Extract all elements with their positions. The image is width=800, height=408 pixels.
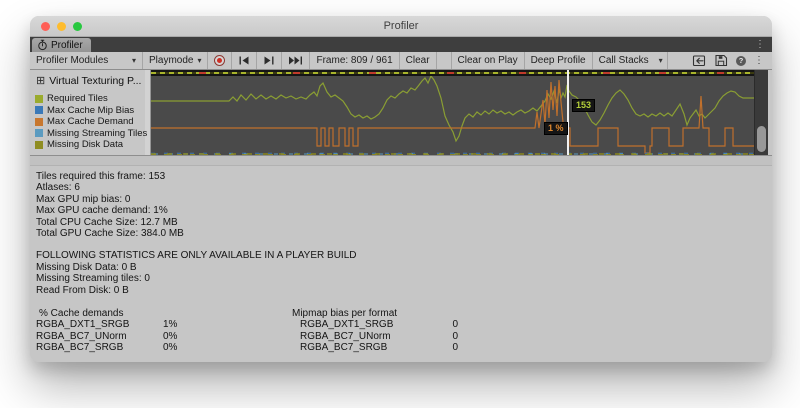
stat-max-gpu-mip-bias: Max GPU mip bias: 0 [36,193,131,205]
chevron-down-icon: ▾ [131,56,136,65]
call-stacks-toggle[interactable]: Call Stacks [593,52,655,69]
record-icon [214,55,226,66]
legend-item-required-tiles[interactable]: Required Tiles [35,93,150,105]
module-row: ⊞ Virtual Texturing P... Required Tiles … [30,70,772,155]
stat-total-cpu-cache: Total CPU Cache Size: 12.7 MB [36,216,178,228]
help-icon: ? [736,55,746,66]
save-profile-button[interactable] [710,52,732,69]
clear-on-play-toggle[interactable]: Clear on Play [452,52,525,69]
chart-vertical-scrollbar[interactable] [754,70,768,155]
selected-frame-line [566,70,569,155]
profiler-chart[interactable]: 153 1 % [151,70,754,155]
cache-demand-value-badge: 1 % [543,122,568,135]
legend-color-chip [35,140,43,149]
stat-max-gpu-cache-demand: Max GPU cache demand: 1% [36,205,168,217]
legend-item-missing-disk-data[interactable]: Missing Disk Data [35,139,150,151]
clear-button[interactable]: Clear [400,52,437,69]
legend-color-chip [35,94,43,103]
stat-read-from-disk: Read From Disk: 0 B [36,284,129,296]
cache-demands-table: % Cache demands RGBA_DXT1_SRGB 1% RGBA_B… [36,308,292,354]
legend-color-chip [35,117,43,126]
frame-counter: Frame: 809 / 961 [310,52,400,69]
module-grid-icon: ⊞ [36,75,46,87]
scrollbar-thumb[interactable] [757,126,766,152]
module-legend-panel: ⊞ Virtual Texturing P... Required Tiles … [30,70,151,155]
legend-label: Max Cache Mip Bias [47,104,135,116]
previous-frame-icon [239,56,249,65]
profiler-chart-svg [151,74,754,155]
table-row: RGBA_BC7_UNorm 0 [300,330,458,342]
chevron-down-icon: ▾ [197,56,202,65]
next-frame-button[interactable] [257,52,283,69]
stat-total-gpu-cache: Total GPU Cache Size: 384.0 MB [36,228,184,240]
tab-profiler[interactable]: Profiler [32,38,91,52]
last-frame-icon [289,56,303,65]
chart-overflow-strip [151,70,754,76]
stat-missing-streaming-tiles: Missing Streaming tiles: 0 [36,273,150,285]
playmode-target-dropdown[interactable]: Playmode ▾ [143,52,209,69]
tab-strip: Profiler ⋮ [30,37,772,52]
table-row: RGBA_BC7_SRGB 0% [36,342,178,354]
table-row: RGBA_DXT1_SRGB 0 [300,319,458,331]
chevron-down-icon: ▾ [658,56,663,65]
mipmap-bias-table: Mipmap bias per format RGBA_DXT1_SRGB 0 … [292,308,458,354]
profiler-modules-dropdown[interactable]: Profiler Modules ▾ [30,52,143,69]
table-row: RGBA_DXT1_SRGB 1% [36,319,178,331]
table-row: RGBA_BC7_SRGB 0 [300,342,458,354]
more-menu-icon: ⋮ [754,55,764,66]
previous-frame-button[interactable] [232,52,258,69]
module-details-panel: Tiles required this frame: 153 Atlases: … [30,166,772,362]
close-window-button[interactable] [41,22,50,31]
legend-item-missing-streaming-tiles[interactable]: Missing Streaming Tiles [35,128,150,140]
traffic-lights [41,22,82,31]
deep-profile-toggle[interactable]: Deep Profile [525,52,593,69]
zoom-window-button[interactable] [73,22,82,31]
module-title-label: Virtual Texturing P... [49,75,142,87]
tab-label: Profiler [51,39,83,51]
legend-item-max-cache-mip-bias[interactable]: Max Cache Mip Bias [35,105,150,117]
legend-label: Missing Disk Data [47,139,124,151]
minimize-window-button[interactable] [57,22,66,31]
profiler-window: Profiler Profiler ⋮ Profiler Modules ▾ P… [30,16,772,362]
window-menu-icon[interactable]: ⋮ [755,39,765,50]
legend-label: Missing Streaming Tiles [47,127,148,139]
toolbar-gap [437,52,452,69]
legend-item-max-cache-demand[interactable]: Max Cache Demand [35,116,150,128]
legend-color-chip [35,129,43,138]
chart-zero-strip [151,153,754,155]
toolbar: Profiler Modules ▾ Playmode ▾ Frame: 809 [30,52,772,70]
table-row: RGBA_BC7_UNorm 0% [36,330,178,342]
legend-color-chip [35,106,43,115]
module-header[interactable]: ⊞ Virtual Texturing P... [36,75,150,87]
format-tables: % Cache demands RGBA_DXT1_SRGB 1% RGBA_B… [36,308,772,354]
stat-player-build-note: FOLLOWING STATISTICS ARE ONLY AVAILABLE … [36,250,357,262]
current-frame-button[interactable] [282,52,311,69]
stat-tiles-required: Tiles required this frame: 153 [36,171,166,182]
toolbar-more-button[interactable]: ⋮ [750,52,772,69]
window-title: Profiler [383,20,419,32]
help-button[interactable]: ? [732,52,750,69]
titlebar: Profiler [30,16,772,37]
profiler-stopwatch-icon [38,39,47,51]
mipmap-bias-title: Mipmap bias per format [292,308,398,320]
required-tiles-value-badge: 153 [572,98,596,112]
legend-label: Max Cache Demand [47,116,134,128]
panel-splitter[interactable] [30,155,772,166]
save-profile-icon [715,54,728,67]
record-button[interactable] [208,52,233,69]
next-frame-icon [264,56,274,65]
cache-demands-title: % Cache demands [39,308,124,320]
chart-right-edge [768,70,772,155]
call-stacks-dropdown[interactable]: ▾ [655,52,668,69]
stat-missing-disk-data: Missing Disk Data: 0 B [36,261,137,273]
load-profile-button[interactable] [688,52,710,69]
load-profile-icon [692,55,706,67]
legend-label: Required Tiles [47,93,108,105]
stat-atlases: Atlases: 6 [36,182,80,194]
